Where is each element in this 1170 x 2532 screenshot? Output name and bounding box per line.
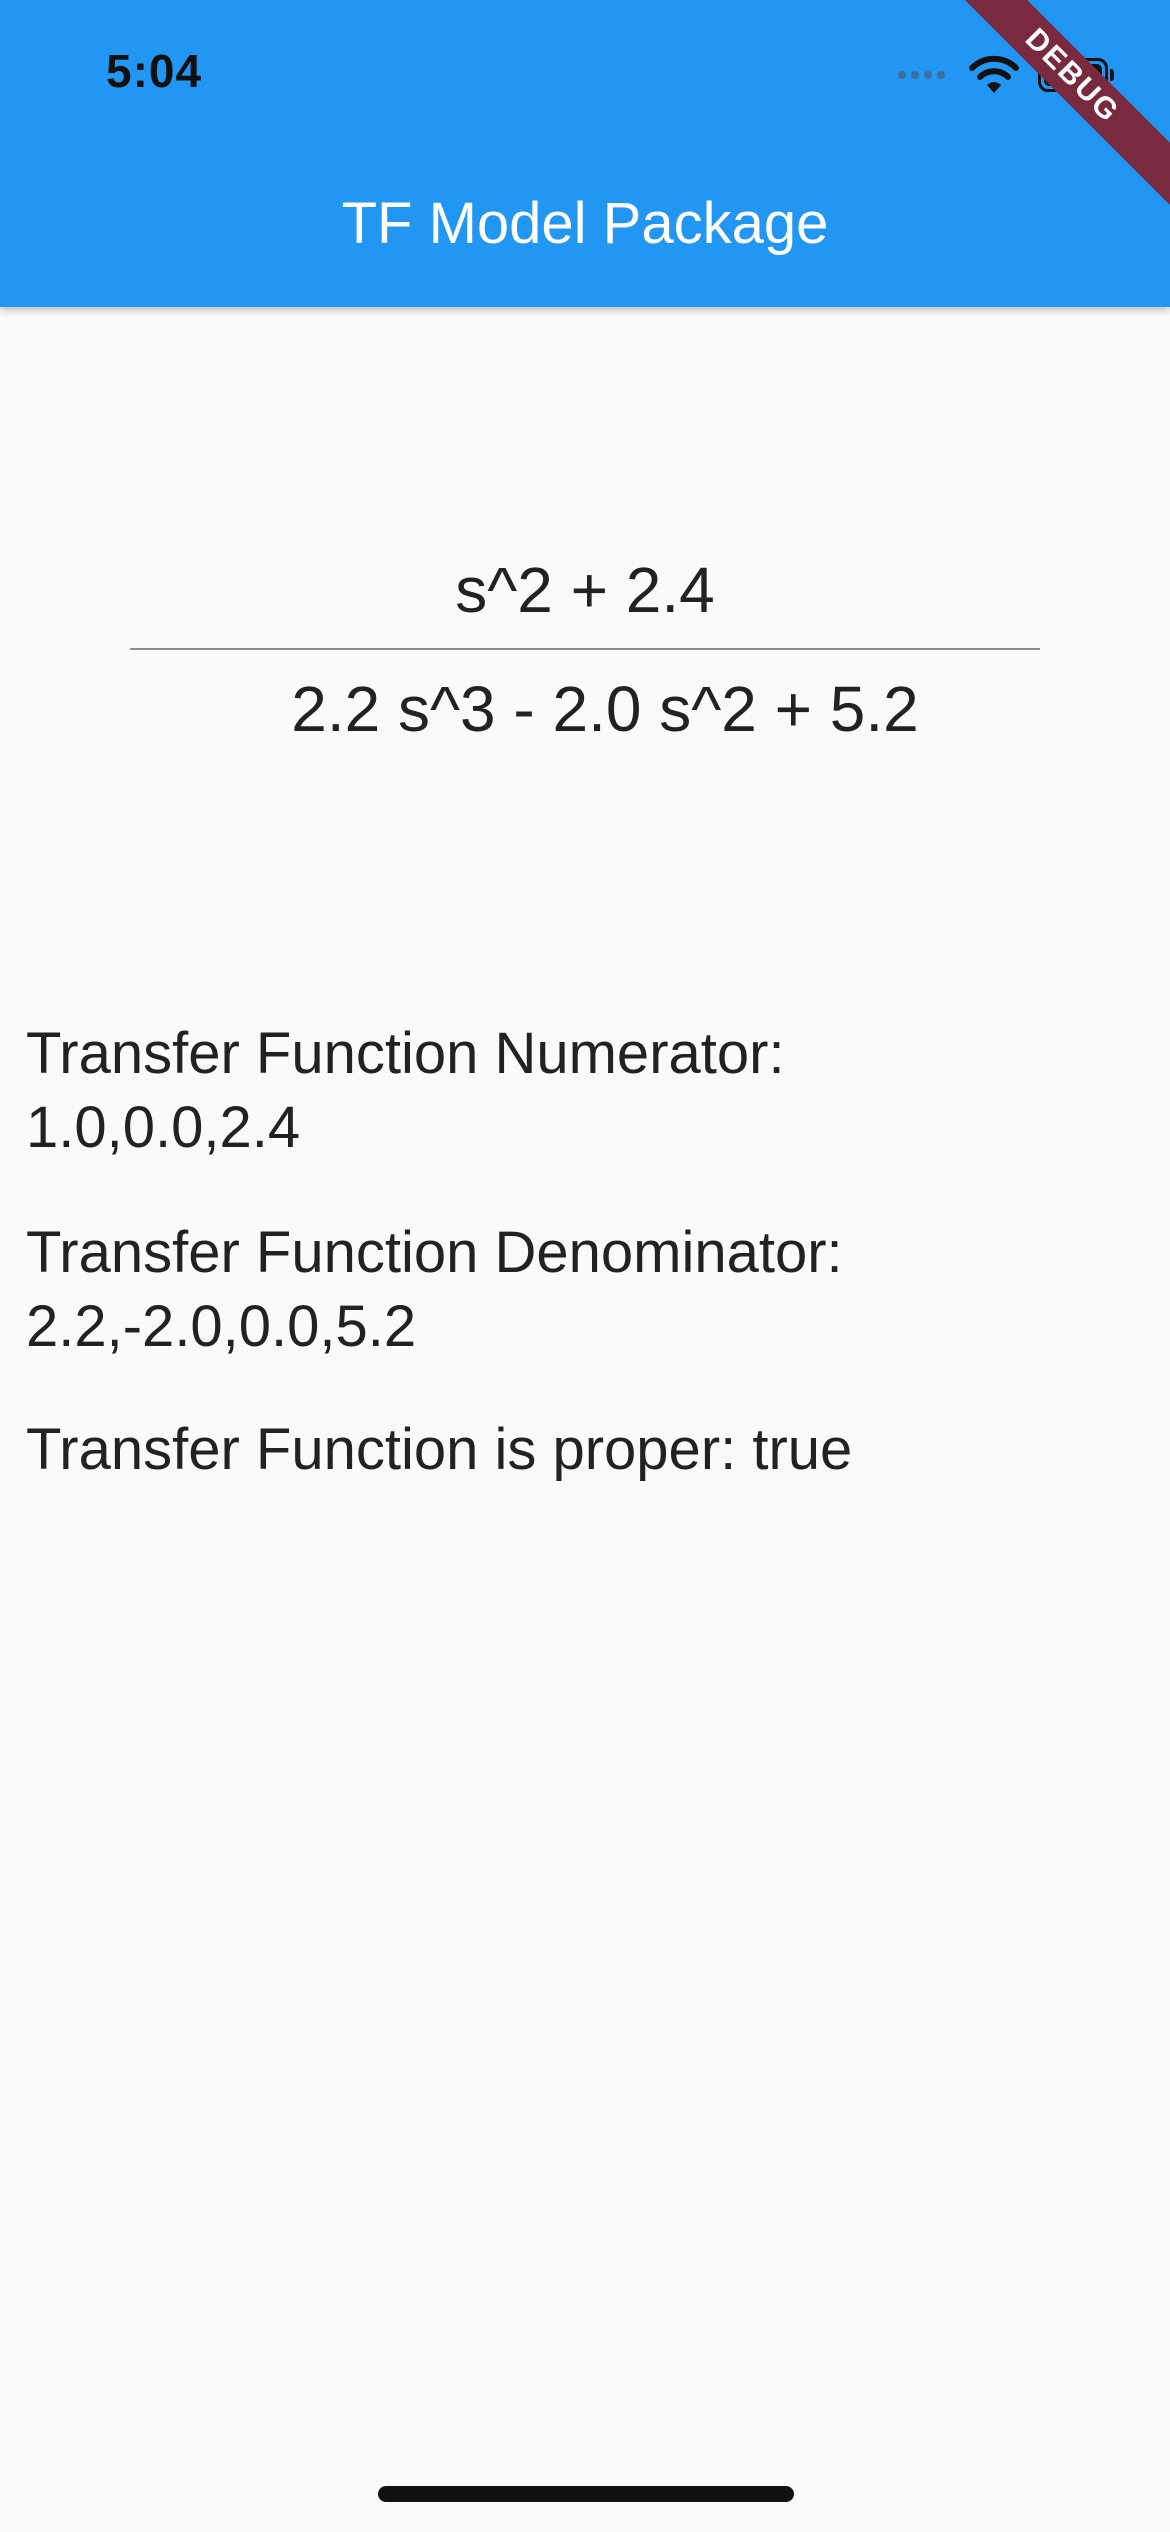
denominator-value: 2.2,-2.0,0.0,5.2 — [26, 1294, 417, 1359]
numerator-value: 1.0,0.0,2.4 — [26, 1095, 301, 1160]
transfer-function-fraction: s^2 + 2.4 2.2 s^3 - 2.0 s^2 + 5.2 — [130, 545, 1040, 754]
numerator-info: Transfer Function Numerator: 1.0,0.0,2.4 — [26, 1017, 1146, 1165]
status-time: 5:04 — [106, 45, 203, 97]
debug-banner: DEBUG — [943, 0, 1170, 205]
wifi-icon — [969, 55, 1019, 93]
denominator-info: Transfer Function Denominator: 2.2,-2.0,… — [26, 1216, 1146, 1364]
proper-info: Transfer Function is proper: true — [26, 1417, 853, 1482]
home-indicator[interactable] — [378, 2486, 794, 2502]
fraction-numerator: s^2 + 2.4 — [455, 554, 715, 626]
fraction-divider — [130, 648, 1040, 650]
denominator-label: Transfer Function Denominator: — [26, 1220, 843, 1285]
app-title: TF Model Package — [341, 191, 829, 256]
numerator-label: Transfer Function Numerator: — [26, 1021, 785, 1086]
app-bar: 5:04 TF Model Package DEBUG — [0, 0, 1170, 307]
fraction-denominator: 2.2 s^3 - 2.0 s^2 + 5.2 — [291, 673, 919, 745]
signal-icon — [898, 71, 950, 79]
